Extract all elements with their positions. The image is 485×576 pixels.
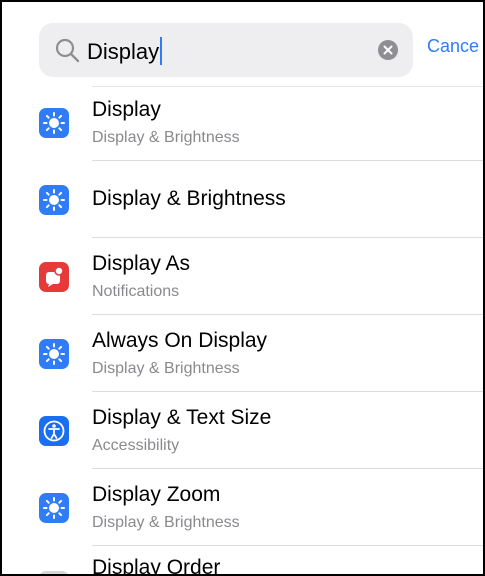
result-row-display-order[interactable]: Display Order — [2, 546, 483, 576]
contacts-icon — [39, 571, 69, 574]
result-row-display-text-size[interactable]: Display & Text Size Accessibility — [2, 392, 483, 469]
result-title: Always On Display — [92, 329, 268, 352]
result-subtitle: Display & Brightness — [92, 129, 240, 146]
sun-icon — [39, 185, 69, 215]
result-subtitle: Display & Brightness — [92, 360, 240, 377]
search-input[interactable]: Display — [87, 37, 163, 65]
close-icon — [383, 45, 393, 55]
result-title: Display Zoom — [92, 483, 221, 506]
accessibility-icon — [39, 416, 69, 446]
result-row-display-zoom[interactable]: Display Zoom Display & Brightness — [2, 469, 483, 546]
result-title: Display Order — [92, 556, 221, 576]
sun-icon — [39, 493, 69, 523]
result-title: Display & Brightness — [92, 187, 286, 210]
result-title: Display — [92, 98, 161, 121]
result-title: Display As — [92, 252, 191, 275]
search-results-list: Display Display & Brightness Display & B… — [2, 84, 483, 576]
result-row-always-on-display[interactable]: Always On Display Display & Brightness — [2, 315, 483, 392]
result-subtitle: Notifications — [92, 283, 180, 300]
notifications-icon — [39, 262, 69, 292]
sun-icon — [39, 108, 69, 138]
settings-search-screen: Display Cance Display Display & Brightne… — [0, 0, 485, 576]
cancel-button[interactable]: Cance — [427, 36, 479, 57]
result-row-display-as[interactable]: Display As Notifications — [2, 238, 483, 315]
result-row-display-brightness[interactable]: Display & Brightness — [2, 161, 483, 238]
search-icon — [55, 38, 80, 63]
result-title: Display & Text Size — [92, 406, 272, 429]
search-field-container[interactable]: Display — [39, 23, 413, 77]
text-caret — [160, 37, 163, 65]
result-subtitle: Accessibility — [92, 437, 180, 454]
search-bar: Display Cance — [2, 2, 483, 84]
sun-icon — [39, 339, 69, 369]
result-row-display[interactable]: Display Display & Brightness — [2, 84, 483, 161]
result-subtitle: Display & Brightness — [92, 514, 240, 531]
clear-search-button[interactable] — [378, 40, 398, 60]
